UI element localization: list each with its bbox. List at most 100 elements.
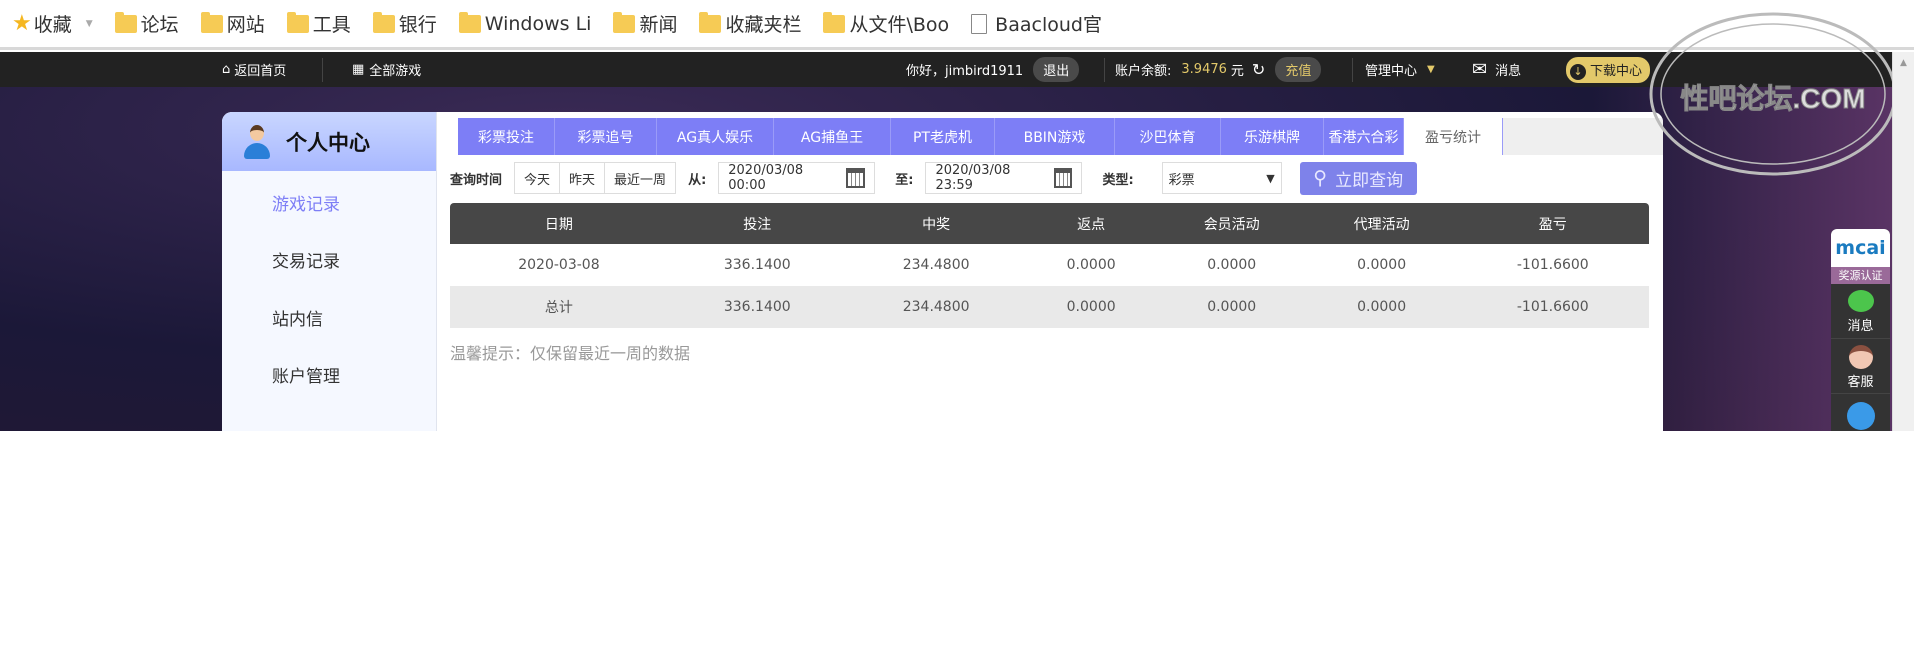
scroll-up-icon[interactable]: ▲ [1893,58,1914,68]
watermark-seal: 性吧论坛.COM [1649,12,1897,176]
profit-table: 日期 投注 中奖 返点 会员活动 代理活动 盈亏 2020-03-08 336.1400 234… [450,203,1649,328]
folder-icon [200,11,223,33]
top-nav: ⌂ 返回首页 ▦ 全部游戏 你好，jimbird1911 退出 账户余额: 3.9476… [0,52,1892,87]
svg-text:性吧论坛.COM: 性吧论坛.COM [1680,83,1865,114]
calendar-icon[interactable] [1053,168,1073,188]
caret-down-icon[interactable]: ▼ [86,19,93,29]
quick-today[interactable]: 今天 [514,162,561,194]
sidebar-header: 个人中心 [222,112,436,171]
table-cell: 336.1400 [667,286,847,328]
all-games-link[interactable]: ▦ 全部游戏 [352,52,421,87]
tab-7[interactable]: 乐游棋牌 [1221,118,1324,155]
scrollbar[interactable]: ▲ [1892,52,1914,431]
table-cell: 336.1400 [723,257,791,273]
mail-icon: ✉ [1472,59,1488,80]
sidebar-item-game-records[interactable]: 游戏记录 [272,190,340,215]
cert-label: 奖源认证 [1831,267,1890,284]
service-avatar-icon [1848,345,1873,369]
table-cell: 2020-03-08 [518,257,600,273]
type-select[interactable]: 彩票 ▼ [1161,162,1282,194]
bookmark-item[interactable]: ★ 收藏 ▼ [12,10,93,37]
tab-4[interactable]: PT老虎机 [891,118,995,155]
refresh-icon[interactable]: ↻ [1252,60,1265,79]
download-icon: ↓ [1570,63,1586,80]
home-link[interactable]: ⌂ 返回首页 [222,52,286,87]
caret-down-icon: ▼ [1266,171,1275,185]
column-header: 会员活动 [1156,203,1307,244]
tab-0[interactable]: 彩票投注 [458,118,555,155]
sidebar-item-inbox[interactable]: 站内信 [272,305,323,330]
bookmark-item[interactable]: 论坛 [114,10,179,37]
to-date-input[interactable]: 2020/03/08 23:59 [925,162,1083,194]
total-row: 总计 336.1400 234.4800 0.0000 0.0000 0.0000 -101… [450,286,1649,328]
column-header: 日期 [450,203,668,244]
column-header: 返点 [1025,203,1157,244]
speed-icon[interactable] [1846,402,1875,430]
folder-icon [458,11,481,33]
bookmark-item[interactable]: Windows Li [458,11,591,35]
table-cell: 0.0000 [1066,257,1116,273]
bookmark-item[interactable]: 工具 [286,10,351,37]
right-float-widget: mcai 奖源认证 消息 客服 [1831,229,1890,431]
folder-icon [372,11,395,33]
folder-icon [286,11,309,33]
table-cell: 总计 [450,286,668,328]
filter-row: 查询时间 今天 昨天 最近一周 从: 2020/03/08 00:00 至: 2… [450,161,1417,195]
greeting: 你好，jimbird1911 [906,64,1024,79]
quick-yesterday[interactable]: 昨天 [560,162,606,194]
table-cell: -101.6600 [1456,286,1649,328]
tab-5[interactable]: BBIN游戏 [995,118,1115,155]
table-cell: 0.0000 [1207,257,1257,273]
home-icon: ⌂ [222,62,231,77]
bookmark-item[interactable]: 新闻 [613,10,677,37]
page-icon [971,13,988,34]
manage-menu[interactable]: 管理中心 ▼ [1365,52,1435,87]
search-icon: ⚲ [1313,167,1328,189]
sidebar-item-account[interactable]: 账户管理 [272,362,340,387]
chat-bubble-icon [1847,290,1874,312]
bookmark-item[interactable]: 银行 [372,10,437,37]
tab-9[interactable]: 盈亏统计 [1404,118,1503,155]
tip-text: 温馨提示：仅保留最近一周的数据 [450,344,691,363]
table-cell: 0.0000 [1025,286,1157,328]
column-header: 代理活动 [1306,203,1457,244]
table-cell: 234.4800 [902,257,970,273]
mcai-logo: mcai [1831,229,1890,267]
query-button[interactable]: ⚲ 立即查询 [1299,161,1417,195]
download-button[interactable]: ↓ 下载中心 [1566,56,1651,83]
column-header: 盈亏 [1456,203,1649,244]
bookmark-item[interactable]: 网站 [200,10,265,37]
tab-6[interactable]: 沙巴体育 [1115,118,1221,155]
bookmark-item[interactable]: Baacloud官 [971,10,1102,37]
messages-link[interactable]: ✉ 消息 [1472,52,1521,87]
sidebar-item-transactions[interactable]: 交易记录 [272,247,340,272]
recharge-button[interactable]: 充值 [1275,57,1322,82]
bookmark-item[interactable]: 收藏夹栏 [699,10,801,37]
table-row: 2020-03-08 336.1400 234.4800 0.0000 0.0000 0.… [450,244,1649,286]
table-cell: -101.6600 [1516,257,1589,273]
table-cell: 234.4800 [846,286,1026,328]
table-cell: 0.0000 [1156,286,1307,328]
column-header: 中奖 [846,203,1026,244]
table-cell: 0.0000 [1357,257,1407,273]
table-cell: 0.0000 [1306,286,1457,328]
grid-icon: ▦ [352,62,365,77]
from-date-input[interactable]: 2020/03/08 00:00 [718,162,876,194]
widget-messages[interactable]: 消息 [1831,284,1890,339]
tab-3[interactable]: AG捕鱼王 [774,118,891,155]
folder-icon [114,11,137,33]
main-panel: 个人中心 游戏记录 交易记录 站内信 账户管理 彩票投注 彩票追号 AG真人娱乐 AG… [222,112,1663,431]
calendar-icon[interactable] [846,168,866,188]
tab-1[interactable]: 彩票追号 [555,118,657,155]
logout-button[interactable]: 退出 [1033,57,1080,82]
widget-service[interactable]: 客服 [1831,339,1890,394]
tab-8[interactable]: 香港六合彩 [1324,118,1404,155]
star-icon: ★ [12,11,32,36]
quick-last-week[interactable]: 最近一周 [605,162,677,194]
tab-2[interactable]: AG真人娱乐 [657,118,774,155]
sidebar: 个人中心 游戏记录 交易记录 站内信 账户管理 [222,112,437,431]
bookmark-item[interactable]: 从文件\Boo [823,10,949,37]
folder-icon [699,11,722,33]
balance-value: 3.9476 [1181,62,1227,77]
folder-icon [823,11,846,33]
